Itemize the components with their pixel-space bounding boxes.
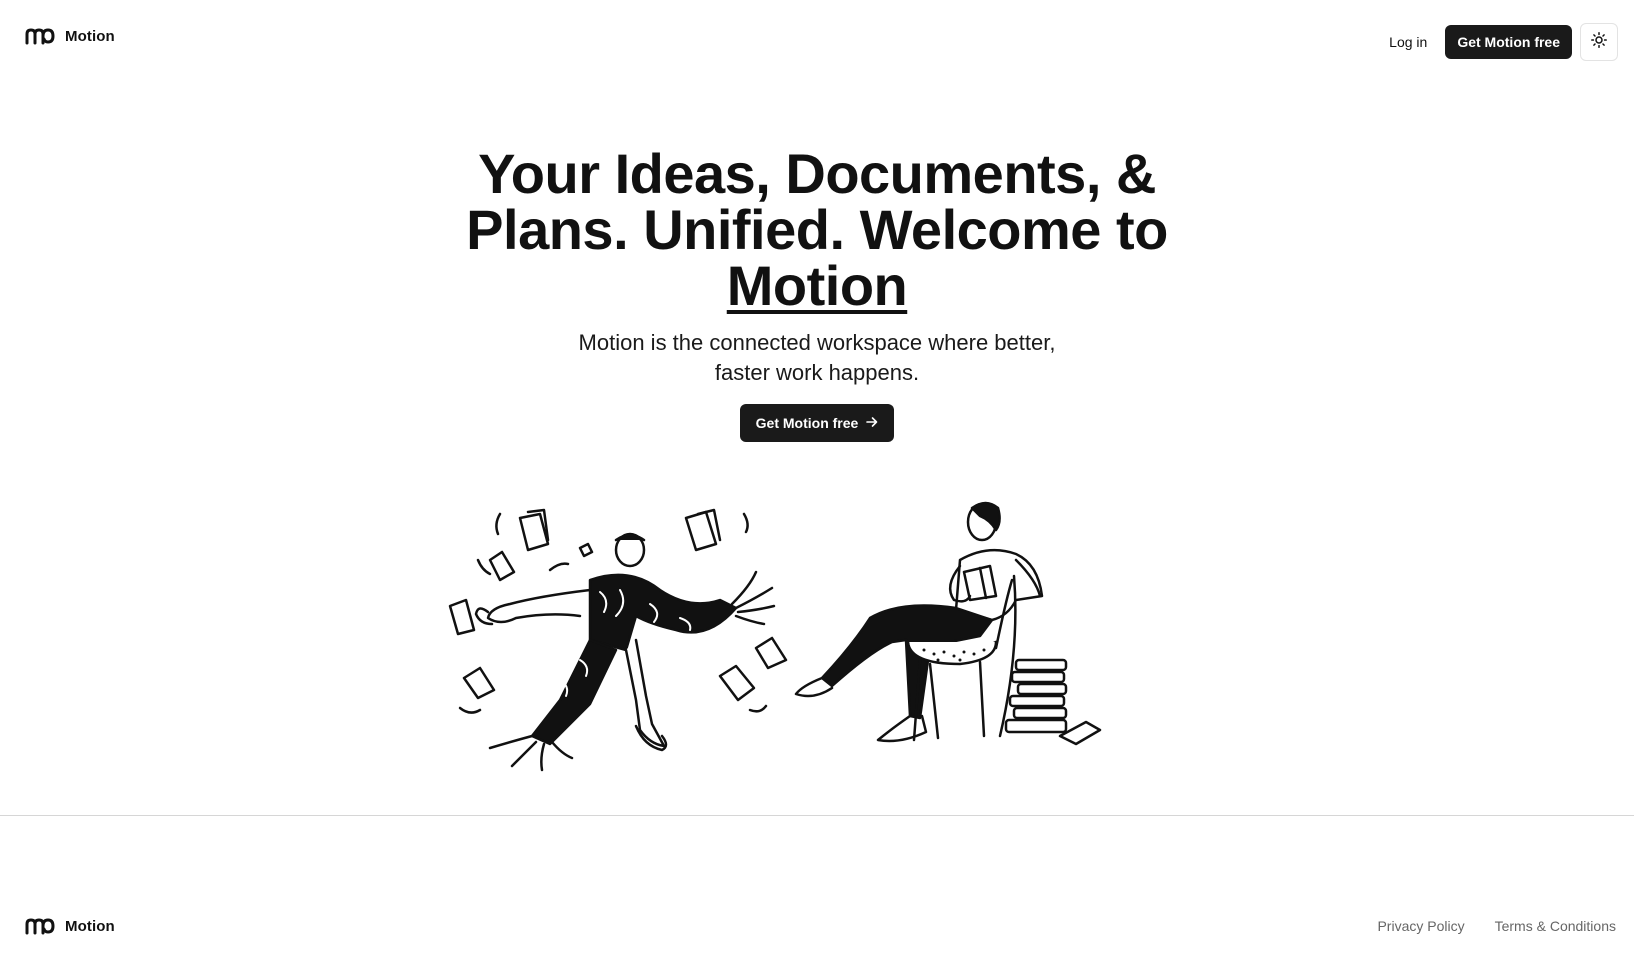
person-reading-in-chair	[794, 501, 1102, 746]
get-motion-free-button[interactable]: Get Motion free	[1445, 25, 1572, 59]
hero-headline: Your Ideas, Documents, & Plans. Unified.…	[437, 146, 1197, 314]
sun-icon	[1591, 31, 1607, 53]
arrow-right-icon	[866, 415, 878, 431]
footer-links: Privacy Policy Terms & Conditions	[1377, 918, 1616, 934]
terms-conditions-link[interactable]: Terms & Conditions	[1495, 918, 1616, 934]
footer-divider	[0, 815, 1634, 816]
footer-brand-name: Motion	[65, 917, 115, 935]
motion-logo-icon	[25, 27, 55, 45]
footer-brand-link[interactable]: Motion	[25, 917, 115, 935]
hero-section: Your Ideas, Documents, & Plans. Unified.…	[0, 146, 1634, 442]
privacy-policy-link[interactable]: Privacy Policy	[1377, 918, 1464, 934]
login-link[interactable]: Log in	[1389, 34, 1427, 50]
theme-toggle-button[interactable]	[1580, 23, 1618, 61]
motion-logo-icon	[25, 917, 55, 935]
hero-cta-label: Get Motion free	[755, 415, 859, 431]
nav-actions: Log in Get Motion free	[1389, 23, 1618, 61]
hero-get-motion-free-button[interactable]: Get Motion free	[739, 404, 895, 442]
person-running-with-papers	[448, 508, 788, 772]
hero-headline-text: Your Ideas, Documents, & Plans. Unified.…	[466, 142, 1168, 261]
hero-subheadline: Motion is the connected workspace where …	[578, 330, 1056, 385]
motion-link[interactable]: Motion	[727, 254, 908, 317]
hero-illustration	[440, 500, 1160, 782]
top-nav: Motion Log in Get Motion free	[0, 0, 1634, 80]
brand-name: Motion	[65, 27, 115, 45]
brand-logo-link[interactable]: Motion	[25, 27, 115, 45]
